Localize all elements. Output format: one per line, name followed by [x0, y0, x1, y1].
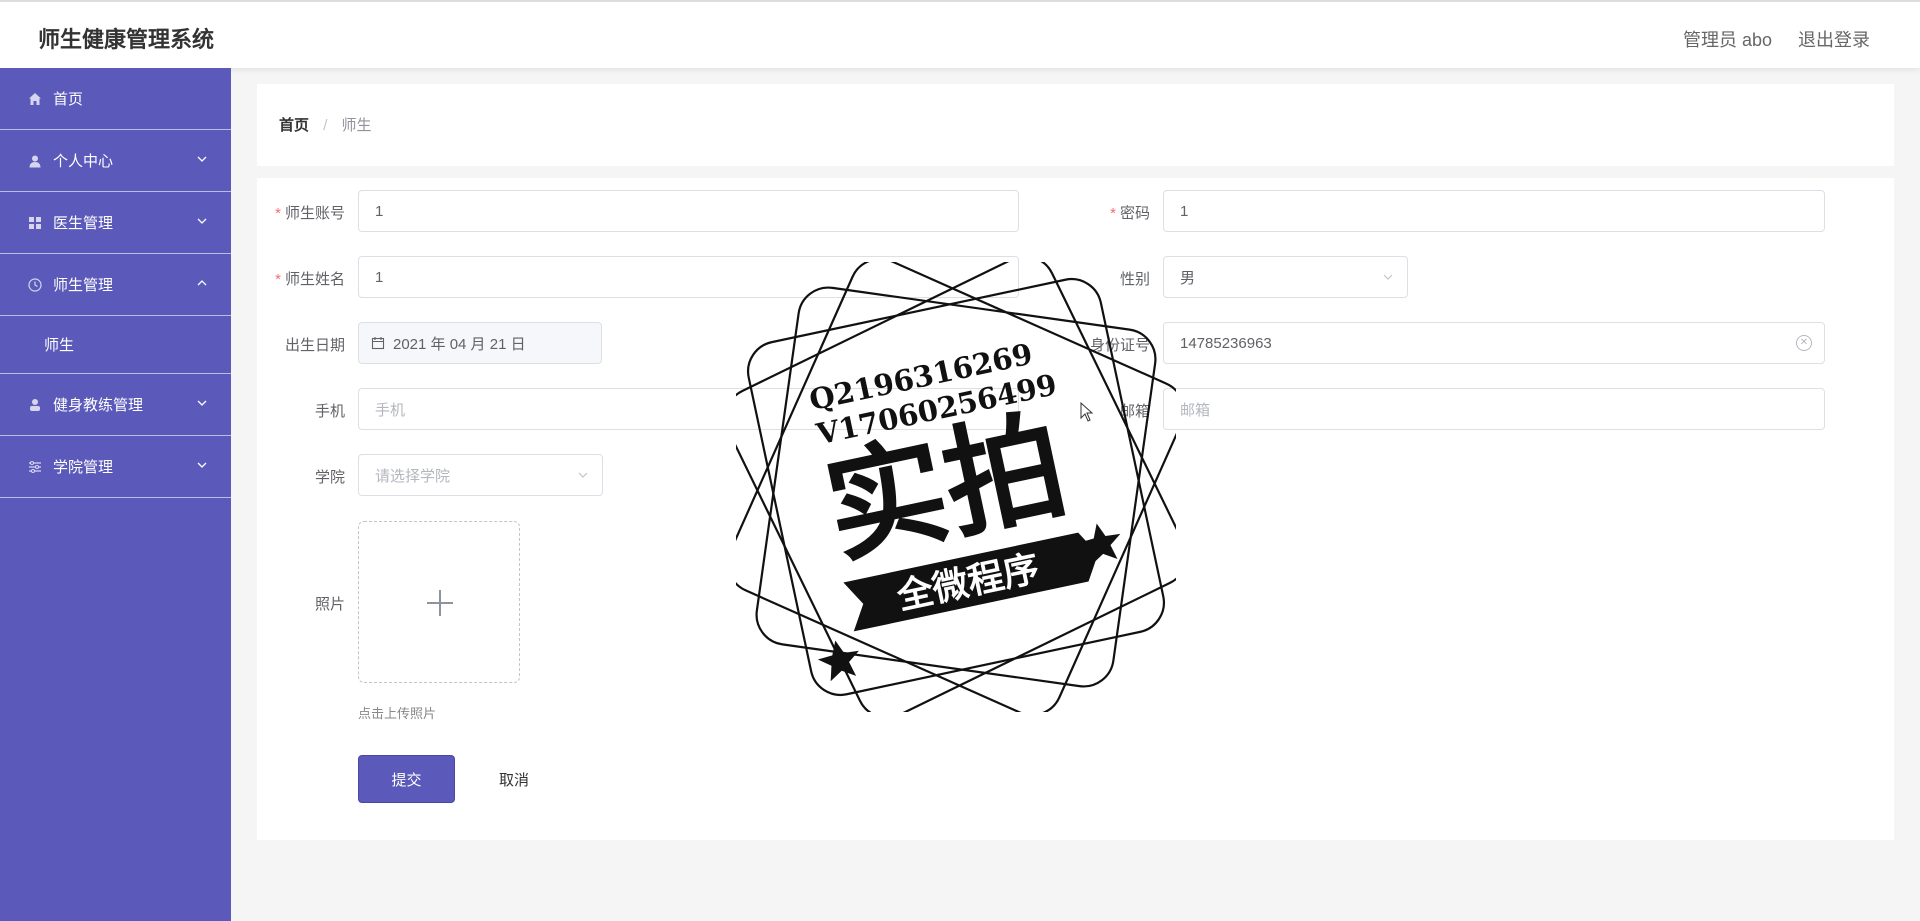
id-number-input[interactable]: 14785236963 ✕	[1163, 322, 1825, 364]
email-input[interactable]: 邮箱	[1163, 388, 1825, 430]
chevron-up-icon	[197, 280, 207, 286]
college-select[interactable]: 请选择学院	[358, 454, 603, 496]
sidebar: 首页 个人中心 医生管理 师生管理 师生 健身教练管理 学院管理	[0, 68, 231, 921]
user-label[interactable]: 管理员 abo	[1683, 26, 1772, 52]
birth-date-picker[interactable]: 2021 年 04 月 21 日	[358, 322, 602, 364]
breadcrumb-panel: 首页 / 师生	[257, 84, 1894, 166]
chevron-down-icon	[197, 156, 207, 162]
cancel-button[interactable]: 取消	[484, 755, 544, 803]
chevron-down-icon	[197, 400, 207, 406]
sidebar-subitem-teacher-student[interactable]: 师生	[0, 316, 231, 374]
sidebar-item-teacher-student-management[interactable]: 师生管理	[0, 254, 231, 316]
college-placeholder: 请选择学院	[375, 467, 451, 485]
sidebar-item-doctor-management[interactable]: 医生管理	[0, 192, 231, 254]
id-number-value: 14785236963	[1180, 334, 1272, 352]
upload-hint: 点击上传照片	[358, 706, 437, 721]
birth-date-value: 2021 年 04 月 21 日	[393, 335, 526, 353]
sidebar-item-personal-center[interactable]: 个人中心	[0, 130, 231, 192]
breadcrumb-separator: /	[323, 117, 328, 134]
sidebar-item-label: 首页	[53, 91, 84, 108]
user-icon	[27, 153, 43, 169]
sidebar-item-fitness-coach-management[interactable]: 健身教练管理	[0, 374, 231, 436]
chevron-down-icon	[578, 472, 588, 478]
header-actions: 管理员 abo 退出登录	[1683, 26, 1870, 52]
home-icon	[27, 91, 43, 107]
sidebar-item-label: 健身教练管理	[53, 397, 144, 414]
app-title: 师生健康管理系统	[38, 27, 215, 52]
sidebar-item-label: 师生管理	[53, 277, 114, 294]
phone-label: 手机	[314, 403, 345, 420]
plus-icon	[427, 590, 453, 616]
star-icon	[817, 640, 859, 682]
breadcrumb-current: 师生	[341, 117, 372, 134]
sidebar-item-label: 个人中心	[53, 153, 114, 170]
gender-select[interactable]: 男	[1163, 256, 1408, 298]
chevron-down-icon	[197, 462, 207, 468]
account-input[interactable]: 1	[358, 190, 1019, 232]
birth-date-label: 出生日期	[284, 337, 345, 354]
calendar-icon	[371, 337, 385, 350]
breadcrumb: 首页 / 师生	[279, 114, 372, 135]
password-input[interactable]: 1	[1163, 190, 1825, 232]
top-header: 师生健康管理系统 管理员 abo 退出登录	[0, 0, 1920, 68]
chevron-down-icon	[197, 218, 207, 224]
account-label: * 师生账号	[275, 205, 345, 222]
photo-label: 照片	[314, 596, 345, 613]
logout-button[interactable]: 退出登录	[1798, 26, 1870, 52]
clear-icon[interactable]: ✕	[1796, 335, 1812, 351]
sliders-icon	[27, 459, 43, 475]
chevron-down-icon	[1383, 274, 1393, 280]
college-label: 学院	[314, 469, 345, 486]
sidebar-item-college-management[interactable]: 学院管理	[0, 436, 231, 498]
person-icon	[27, 397, 43, 413]
password-label: * 密码	[1110, 205, 1150, 222]
sidebar-item-label: 学院管理	[53, 459, 114, 476]
clock-icon	[27, 277, 43, 293]
grid-icon	[27, 215, 43, 231]
sidebar-item-home[interactable]: 首页	[0, 68, 231, 130]
sidebar-subitem-label: 师生	[44, 337, 75, 354]
submit-button[interactable]: 提交	[358, 755, 455, 803]
gender-value: 男	[1180, 269, 1196, 287]
watermark-stamp: Q2196316269 V17060256499 实拍 全微程序	[736, 262, 1176, 712]
name-label: * 师生姓名	[275, 271, 345, 288]
breadcrumb-home[interactable]: 首页	[279, 117, 309, 134]
sidebar-item-label: 医生管理	[53, 215, 114, 232]
photo-upload[interactable]	[358, 521, 520, 683]
